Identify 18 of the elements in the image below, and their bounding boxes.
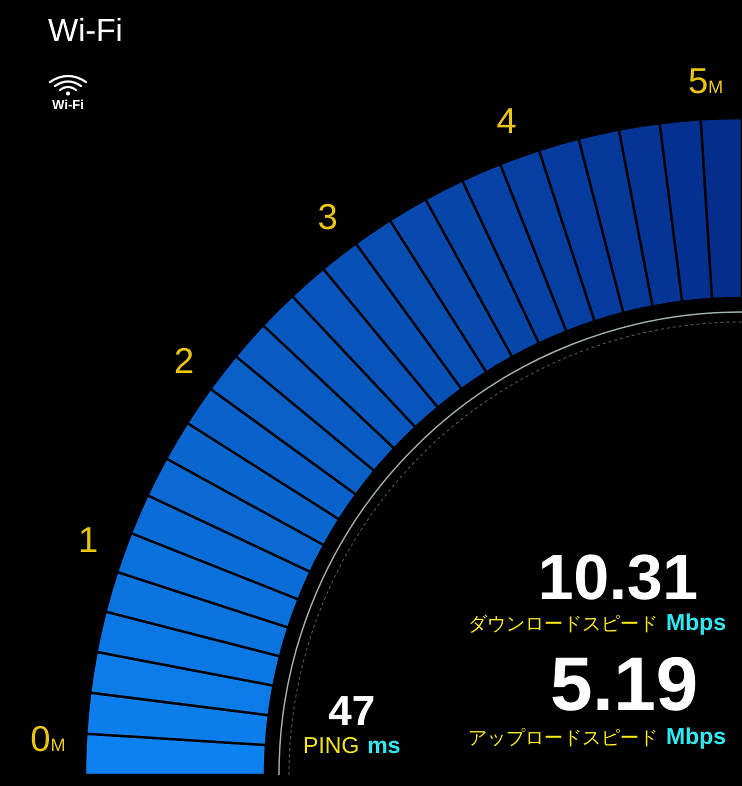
wifi-icon [48, 74, 88, 96]
scale-label: 0M [30, 718, 66, 760]
scale-label: 5M [688, 60, 724, 102]
scale-label: 2 [174, 340, 194, 382]
scale-label: 1 [78, 518, 98, 561]
ping-label: PING [303, 732, 360, 759]
unit-label: Mbps [666, 723, 726, 750]
unit-label: ms [367, 732, 400, 759]
ping-value: 47 [328, 690, 376, 732]
speed-label: ダウンロードスピード [468, 613, 658, 637]
unit-label: Mbps [666, 609, 726, 636]
scale-label: 3 [318, 196, 338, 238]
speed-value: 10.31 [538, 545, 699, 609]
speed-label: アップロードスピード [468, 727, 658, 751]
speed-value: 5.19 [550, 647, 699, 723]
wifi-label: Wi-Fi [52, 97, 84, 112]
screen-title: Wi-Fi [48, 12, 123, 49]
scale-label: 4 [496, 100, 517, 142]
